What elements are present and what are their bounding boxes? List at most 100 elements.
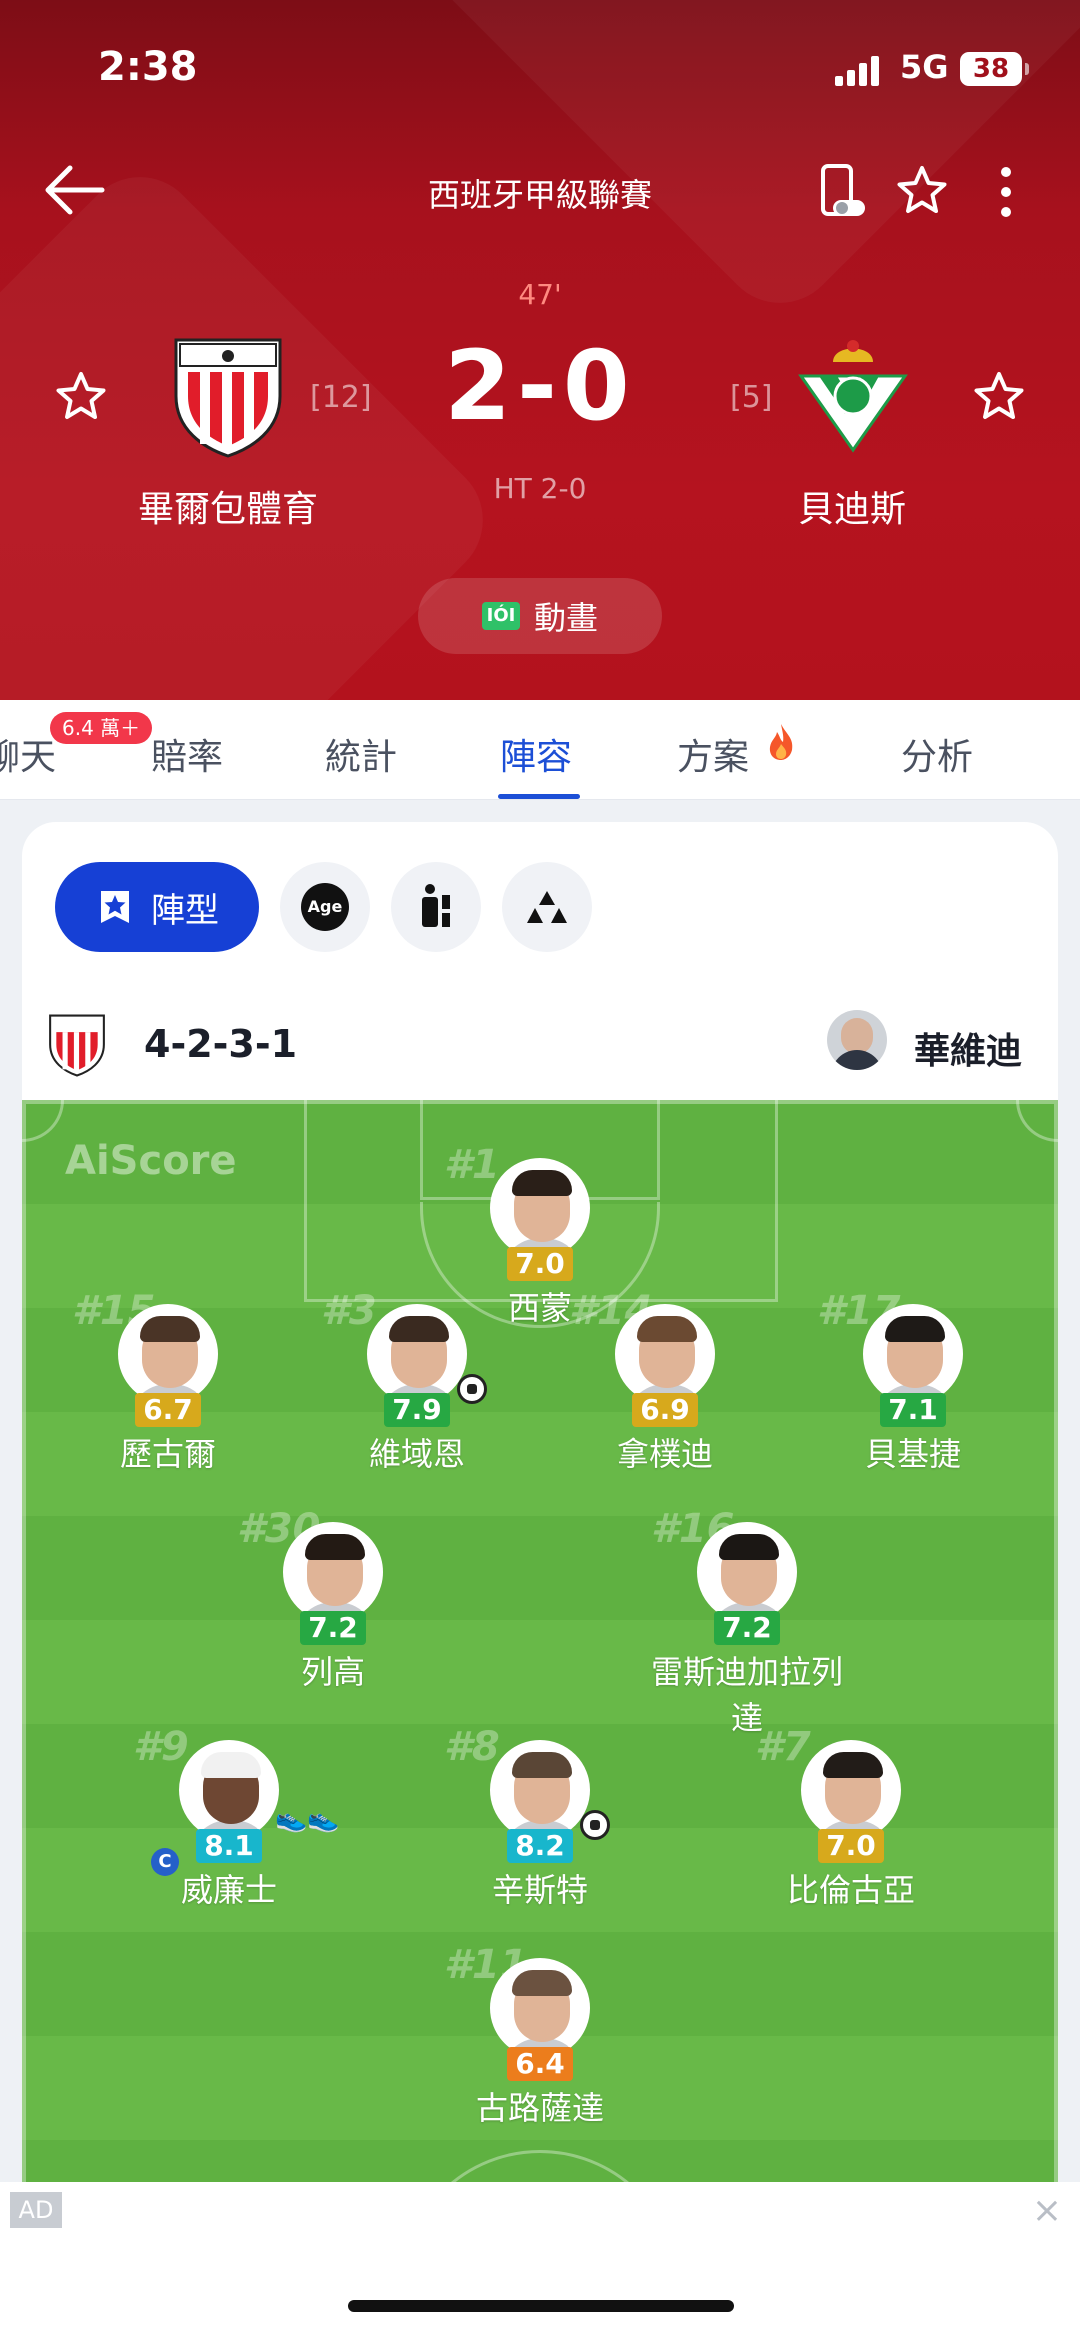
home-indicator[interactable]	[348, 2300, 734, 2312]
chat-count-badge: 6.4 萬＋	[50, 712, 153, 744]
team-crest-small-icon	[49, 1014, 105, 1077]
player-name: 貝基捷	[864, 1435, 961, 1473]
player-rating: 7.0	[507, 1247, 573, 1281]
favorite-star-icon[interactable]	[894, 162, 950, 222]
age-icon: Age	[301, 883, 349, 931]
away-team-name[interactable]: 貝迪斯	[702, 480, 1002, 532]
player-card[interactable]: #30 7.2 列高	[213, 1506, 453, 1695]
player-name: 威廉士	[180, 1871, 277, 1909]
substitute-icon	[422, 884, 450, 927]
pitch: AiScore #1 7.0 西蒙 #15 6.7 歷古爾 #3 7.9 維域恩…	[22, 1058, 1058, 2302]
player-name: 雷斯迪加拉列達	[650, 1653, 843, 1737]
match-score: 2-0	[444, 330, 636, 442]
captain-icon: C	[151, 1848, 179, 1876]
fire-icon	[769, 724, 793, 760]
tab-plans[interactable]: 方案	[677, 728, 749, 780]
away-team-crest-icon	[798, 340, 908, 453]
top-bar: 西班牙甲級聯賽	[0, 150, 1080, 230]
watermark: AiScore	[65, 1138, 237, 1184]
more-vertical-icon[interactable]	[978, 162, 1034, 222]
coach-name[interactable]: 華維迪	[914, 1022, 1022, 1074]
player-number: #9	[133, 1724, 189, 1770]
player-rating: 7.2	[714, 1611, 780, 1645]
status-bar: 2:38 5G 38	[0, 40, 1080, 100]
phone-toggle-icon[interactable]	[815, 162, 871, 222]
player-number: #8	[444, 1724, 500, 1770]
goal-ball-icon	[580, 1810, 610, 1840]
formation-view-label: 陣型	[151, 890, 219, 931]
player-avatar	[801, 1740, 901, 1840]
match-header: 2:38 5G 38 西班牙甲級聯賽 [12] 畢爾包體育 47' 2-0 HT…	[0, 0, 1080, 700]
star-badge-icon	[101, 891, 129, 923]
player-avatar	[490, 1740, 590, 1840]
tab-odds[interactable]: 賠率	[151, 728, 223, 780]
player-rating: 7.9	[384, 1393, 450, 1427]
player-card[interactable]: #16 7.2 雷斯迪加拉列達	[627, 1506, 867, 1741]
live-tv-icon: IÓI	[481, 602, 520, 630]
player-rating: 6.9	[632, 1393, 698, 1427]
battery-icon: 38	[960, 52, 1029, 86]
player-name: 列高	[300, 1653, 365, 1691]
tab-bar: 聊天 6.4 萬＋ 賠率 統計 陣容 方案 分析	[0, 700, 1080, 800]
player-avatar	[367, 1304, 467, 1404]
player-avatar	[490, 1158, 590, 1258]
player-card[interactable]: #11 6.4 古路薩達	[420, 1942, 660, 2131]
ranking-view-chip[interactable]	[502, 862, 592, 952]
animation-button[interactable]: IÓI 動畫	[418, 578, 662, 654]
ad-banner[interactable]: AD ×	[0, 2182, 1080, 2337]
player-avatar	[118, 1304, 218, 1404]
player-avatar	[615, 1304, 715, 1404]
player-card[interactable]: #7 7.0 比倫古亞	[731, 1724, 971, 1913]
player-name: 比倫古亞	[786, 1871, 915, 1909]
player-name: 歷古爾	[119, 1435, 216, 1473]
lineup-card: 陣型 Age 4-2-3-1 華維迪 AiScore #1 7.0 西蒙 #15…	[22, 822, 1058, 2302]
player-name: 維域恩	[368, 1435, 465, 1473]
player-card[interactable]: #8 8.2 辛斯特	[420, 1724, 660, 1913]
match-minute: 47'	[518, 278, 562, 311]
player-avatar	[490, 1958, 590, 2058]
coach-avatar	[827, 1010, 887, 1070]
active-tab-indicator	[498, 794, 580, 799]
player-avatar	[697, 1522, 797, 1622]
player-rating: 7.1	[880, 1393, 946, 1427]
podium-icon	[527, 891, 567, 923]
player-rating: 8.1	[196, 1829, 262, 1863]
boots-icon: 👟👟	[275, 1804, 340, 1834]
player-avatar	[179, 1740, 279, 1840]
player-rating: 7.0	[818, 1829, 884, 1863]
player-name: 拿樸迪	[616, 1435, 713, 1473]
player-rating: 6.4	[507, 2047, 573, 2081]
player-card[interactable]: #9 👟👟 C 8.1 威廉士	[109, 1724, 349, 1913]
player-name: 辛斯特	[491, 1871, 588, 1909]
age-view-chip[interactable]: Age	[280, 862, 370, 952]
player-card[interactable]: #3 7.9 維域恩	[297, 1288, 537, 1477]
substitute-view-chip[interactable]	[391, 862, 481, 952]
close-icon[interactable]: ×	[1032, 2190, 1062, 2231]
player-number: #3	[321, 1288, 377, 1334]
player-card[interactable]: #15 6.7 歷古爾	[48, 1288, 288, 1477]
player-number: #7	[755, 1724, 811, 1770]
network-type: 5G	[900, 48, 949, 86]
tab-chat[interactable]: 聊天	[0, 728, 56, 780]
tab-stats[interactable]: 統計	[325, 728, 397, 780]
player-rating: 6.7	[135, 1393, 201, 1427]
formation-row: 4-2-3-1 華維迪	[22, 992, 1058, 1092]
player-rating: 8.2	[507, 1829, 573, 1863]
ad-tag: AD	[10, 2192, 62, 2228]
formation-label: 4-2-3-1	[144, 1022, 298, 1066]
tab-lineup[interactable]: 陣容	[500, 728, 572, 780]
player-name: 古路薩達	[475, 2089, 604, 2127]
formation-view-chip[interactable]: 陣型	[55, 862, 259, 952]
away-favorite-star-icon[interactable]	[972, 370, 1026, 424]
away-team-rank: [5]	[730, 380, 773, 415]
player-rating: 7.2	[300, 1611, 366, 1645]
player-number: #1	[444, 1142, 500, 1188]
goal-ball-icon	[457, 1374, 487, 1404]
tab-analysis[interactable]: 分析	[901, 728, 973, 780]
player-avatar	[863, 1304, 963, 1404]
player-card[interactable]: #17 7.1 貝基捷	[793, 1288, 1033, 1477]
player-card[interactable]: #14 6.9 拿樸迪	[545, 1288, 785, 1477]
animation-label: 動畫	[533, 599, 598, 637]
signal-icon	[835, 54, 881, 86]
player-avatar	[283, 1522, 383, 1622]
